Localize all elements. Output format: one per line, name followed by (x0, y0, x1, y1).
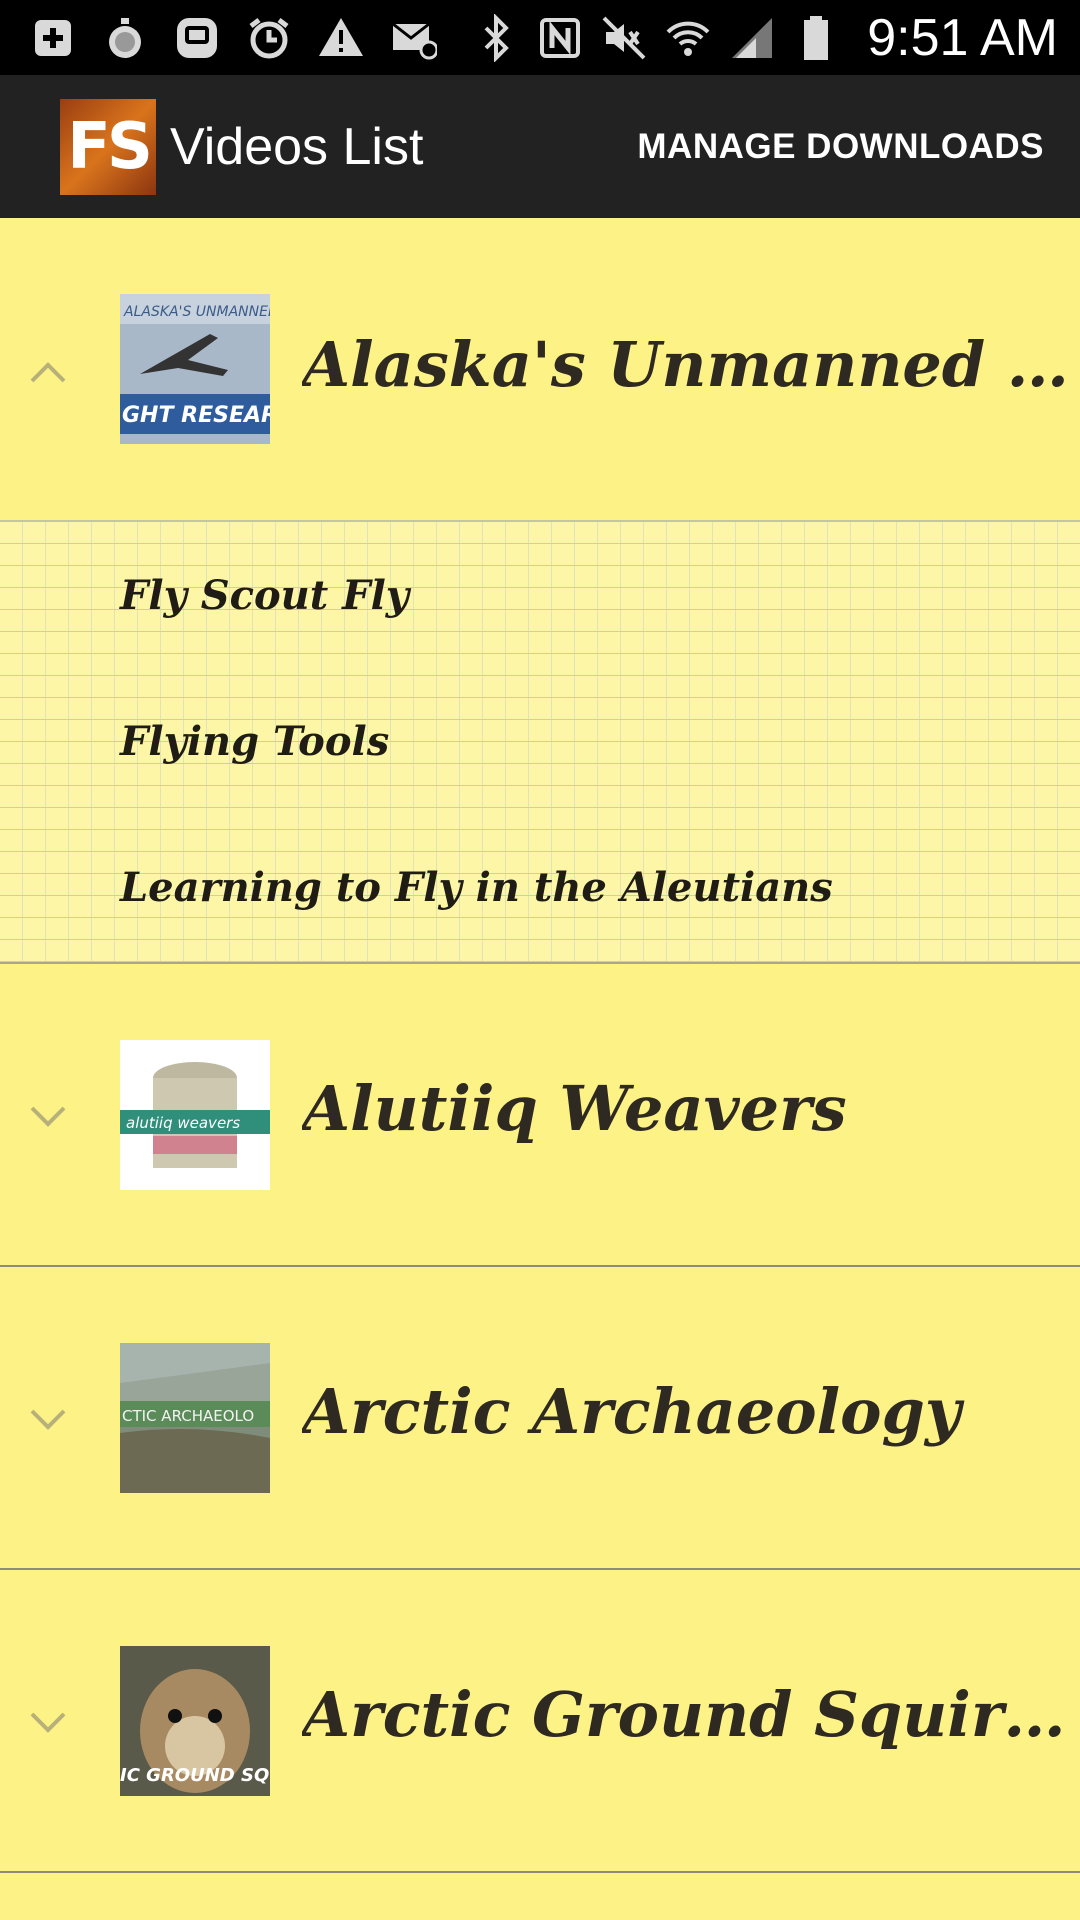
group-title: Alutiiq Weavers (302, 1072, 847, 1145)
videos-list: ALASKA'S UNMANNED GHT RESEAR Alaska's Un… (0, 218, 1080, 1873)
group-header-alaskas-unmanned-aircraft[interactable]: ALASKA'S UNMANNED GHT RESEAR Alaska's Un… (0, 218, 1080, 520)
status-bar: 9:51 AM (0, 0, 1080, 75)
app-logo: FS (60, 98, 156, 195)
video-item[interactable]: Fly Scout Fly (0, 522, 1080, 668)
group-children: Fly Scout Fly Flying Tools Learning to F… (0, 520, 1080, 964)
group-header-alutiiq-weavers[interactable]: alutiiq weavers Alutiiq Weavers (0, 964, 1080, 1267)
group-thumbnail: IC GROUND SQU (120, 1646, 270, 1796)
manage-downloads-button[interactable]: MANAGE DOWNLOADS (637, 127, 1044, 167)
thumbnail-top-text: ALASKA'S UNMANNED (123, 304, 270, 320)
group-title: Arctic Ground Squirrel (302, 1678, 1076, 1751)
chevron-down-icon[interactable] (24, 1091, 72, 1139)
mute-icon (599, 13, 649, 63)
group-header-arctic-ground-squirrel[interactable]: IC GROUND SQU Arctic Ground Squirrel (0, 1570, 1080, 1873)
battery-icon (791, 13, 841, 63)
thumbnail-text: IC GROUND SQU (120, 1765, 270, 1786)
group-title: Alaska's Unmanned Aircr... (302, 328, 1076, 401)
group-title: Arctic Archaeology (302, 1375, 961, 1448)
add-box-icon (28, 13, 78, 63)
group-thumbnail: ALASKA'S UNMANNED GHT RESEAR (120, 294, 270, 444)
thumbnail-text: alutiiq weavers (126, 1114, 240, 1132)
thumbnail-text: GHT RESEAR (122, 403, 270, 428)
wifi-icon (663, 13, 713, 63)
chevron-up-icon[interactable] (24, 348, 72, 396)
mail-icon (388, 13, 438, 63)
group-thumbnail: alutiiq weavers (120, 1040, 270, 1190)
logo-text: FS (67, 109, 153, 184)
page-title: Videos List (170, 117, 424, 176)
action-bar: FS Videos List MANAGE DOWNLOADS (0, 75, 1080, 218)
bluetooth-icon (471, 13, 521, 63)
video-item[interactable]: Learning to Fly in the Aleutians (0, 814, 1080, 960)
group-thumbnail: CTIC ARCHAEOLO (120, 1343, 270, 1493)
bbm-icon (172, 13, 222, 63)
group-header-arctic-archaeology[interactable]: CTIC ARCHAEOLO Arctic Archaeology (0, 1267, 1080, 1570)
nfc-icon (535, 13, 585, 63)
stopwatch-icon (100, 13, 150, 63)
chevron-down-icon[interactable] (24, 1697, 72, 1745)
alarm-icon (244, 13, 294, 63)
thumbnail-text: CTIC ARCHAEOLO (122, 1407, 254, 1425)
video-item[interactable]: Flying Tools (0, 668, 1080, 814)
status-clock: 9:51 AM (867, 8, 1058, 67)
signal-icon (727, 13, 777, 63)
chevron-down-icon[interactable] (24, 1394, 72, 1442)
warning-icon (316, 13, 366, 63)
